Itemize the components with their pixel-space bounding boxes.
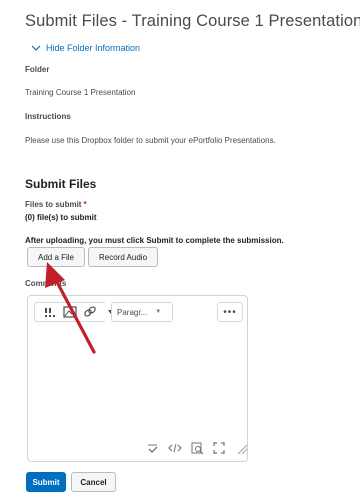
insert-image-icon[interactable] [62, 305, 78, 319]
folder-label: Folder [25, 65, 50, 74]
editor-footer-tools [146, 441, 256, 455]
cancel-button[interactable]: Cancel [71, 472, 116, 492]
submit-files-page: Submit Files - Training Course 1 Present… [0, 0, 360, 503]
instructions-text: Please use this Dropbox folder to submit… [25, 136, 276, 145]
hide-folder-info-toggle[interactable]: Hide Folder Information [31, 43, 140, 53]
required-marker: * [83, 200, 87, 209]
preview-icon[interactable] [190, 441, 204, 455]
fullscreen-icon[interactable] [212, 441, 226, 455]
files-count: (0) file(s) to submit [25, 213, 97, 222]
resize-handle-icon[interactable] [234, 441, 248, 455]
paragraph-format-label: Paragr... [117, 307, 148, 317]
record-audio-button[interactable]: Record Audio [88, 247, 158, 267]
comments-editor[interactable]: Paragr... ▼ ••• [27, 295, 248, 462]
submit-files-heading: Submit Files [25, 177, 97, 191]
source-code-icon[interactable] [168, 441, 182, 455]
submit-button[interactable]: Submit [26, 472, 66, 492]
instructions-label: Instructions [25, 112, 71, 121]
page-title: Submit Files - Training Course 1 Present… [25, 12, 360, 30]
insert-link-icon[interactable] [82, 305, 98, 319]
hide-folder-info-label: Hide Folder Information [46, 43, 141, 53]
caret-down-icon: ▼ [155, 309, 162, 315]
submission-note: After uploading, you must click Submit t… [25, 236, 284, 245]
files-to-submit-label: Files to submit * [25, 200, 87, 209]
paragraph-format-select[interactable]: Paragr... ▼ [111, 302, 173, 322]
add-file-button[interactable]: Add a File [27, 247, 85, 267]
editor-insert-group [34, 302, 106, 322]
chevron-down-icon [31, 45, 41, 51]
more-actions-button[interactable]: ••• [217, 302, 243, 322]
insert-stuff-icon[interactable] [42, 305, 58, 319]
comments-label: Comments [25, 279, 67, 288]
files-to-submit-text: Files to submit [25, 200, 82, 209]
spellcheck-icon[interactable] [146, 441, 160, 455]
folder-value: Training Course 1 Presentation [25, 88, 136, 97]
